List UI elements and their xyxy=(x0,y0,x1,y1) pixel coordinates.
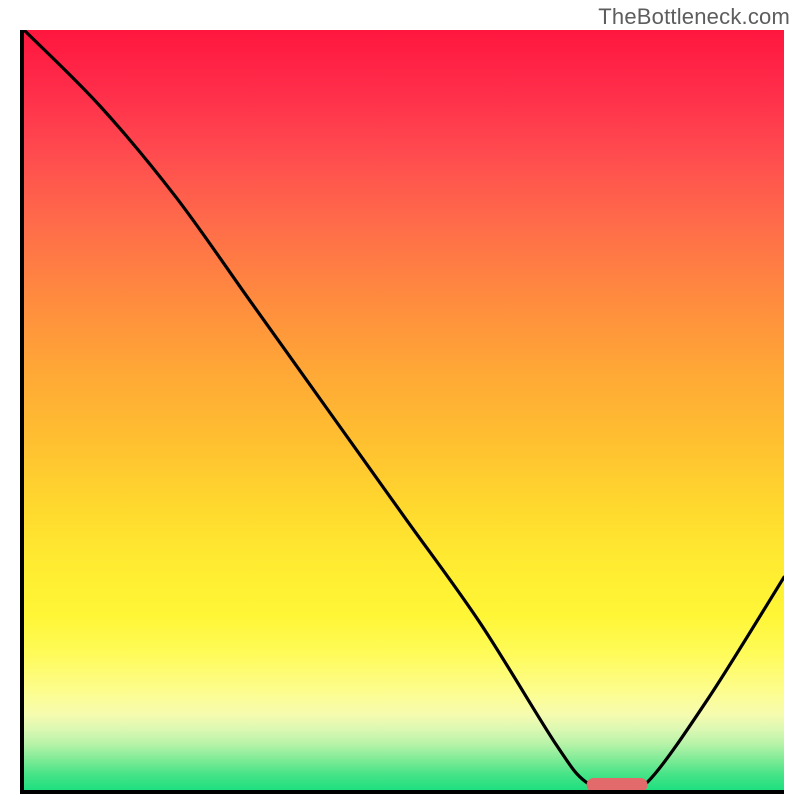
plot-area xyxy=(20,30,784,794)
optimal-marker xyxy=(586,778,647,792)
watermark-label: TheBottleneck.com xyxy=(598,4,790,30)
chart-container: TheBottleneck.com xyxy=(0,0,800,800)
curve-path xyxy=(24,30,784,790)
bottleneck-curve xyxy=(24,30,784,790)
